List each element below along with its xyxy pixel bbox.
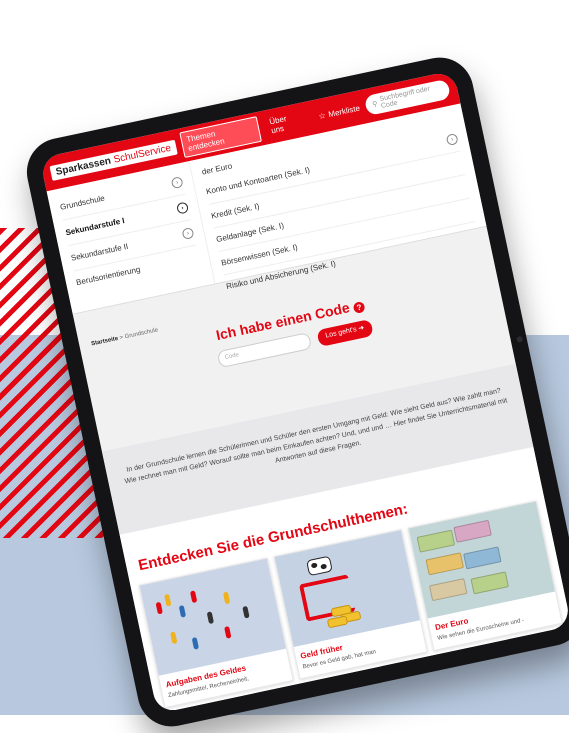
menu-topic-label: Kredit (Sek. I) [210, 201, 261, 221]
menu-level-label: Sekundarstufe I [64, 216, 126, 238]
breadcrumb-current: Grundschule [124, 327, 159, 341]
chevron-right-icon: › [170, 176, 184, 190]
code-submit-label: Los geht's [324, 326, 358, 340]
logo-part2: SchulService [112, 142, 172, 166]
cow-icon [305, 555, 333, 577]
theme-card-euro[interactable]: Der Euro Wie sehen die Euroscheine und - [407, 500, 563, 651]
menu-level-label: Sekundarstufe II [70, 241, 130, 263]
theme-card-aufgaben[interactable]: Aufgaben des Geldes Zahlungsmittel, Rech… [138, 557, 294, 709]
favorites-link[interactable]: ☆ Merkliste [318, 103, 361, 121]
chevron-right-icon: › [176, 201, 190, 215]
logo-part1: Sparkassen [54, 155, 112, 178]
chevron-right-icon: › [445, 132, 459, 147]
theme-card-geld-frueher[interactable]: Geld früher Bevor es Geld gab, hat man [273, 528, 429, 680]
code-placeholder: Code [224, 352, 240, 361]
menu-level-label: Berufsorientierung [75, 264, 142, 288]
search-icon: ⚲ [371, 100, 379, 109]
menu-level-label: Grundschule [59, 193, 106, 212]
search-placeholder: Suchbegriff oder Code [378, 85, 431, 110]
help-icon[interactable]: ? [352, 300, 366, 315]
nav-ueber-uns[interactable]: Über uns [263, 107, 309, 139]
breadcrumb-home[interactable]: Startseite [91, 336, 119, 348]
code-submit-button[interactable]: Los geht's ➜ [316, 318, 375, 348]
favorites-label: Merkliste [327, 103, 361, 119]
star-icon: ☆ [317, 110, 327, 121]
arrow-circle-icon: ➜ [357, 324, 365, 333]
chevron-right-icon: › [181, 226, 195, 240]
camera-icon [516, 335, 524, 343]
